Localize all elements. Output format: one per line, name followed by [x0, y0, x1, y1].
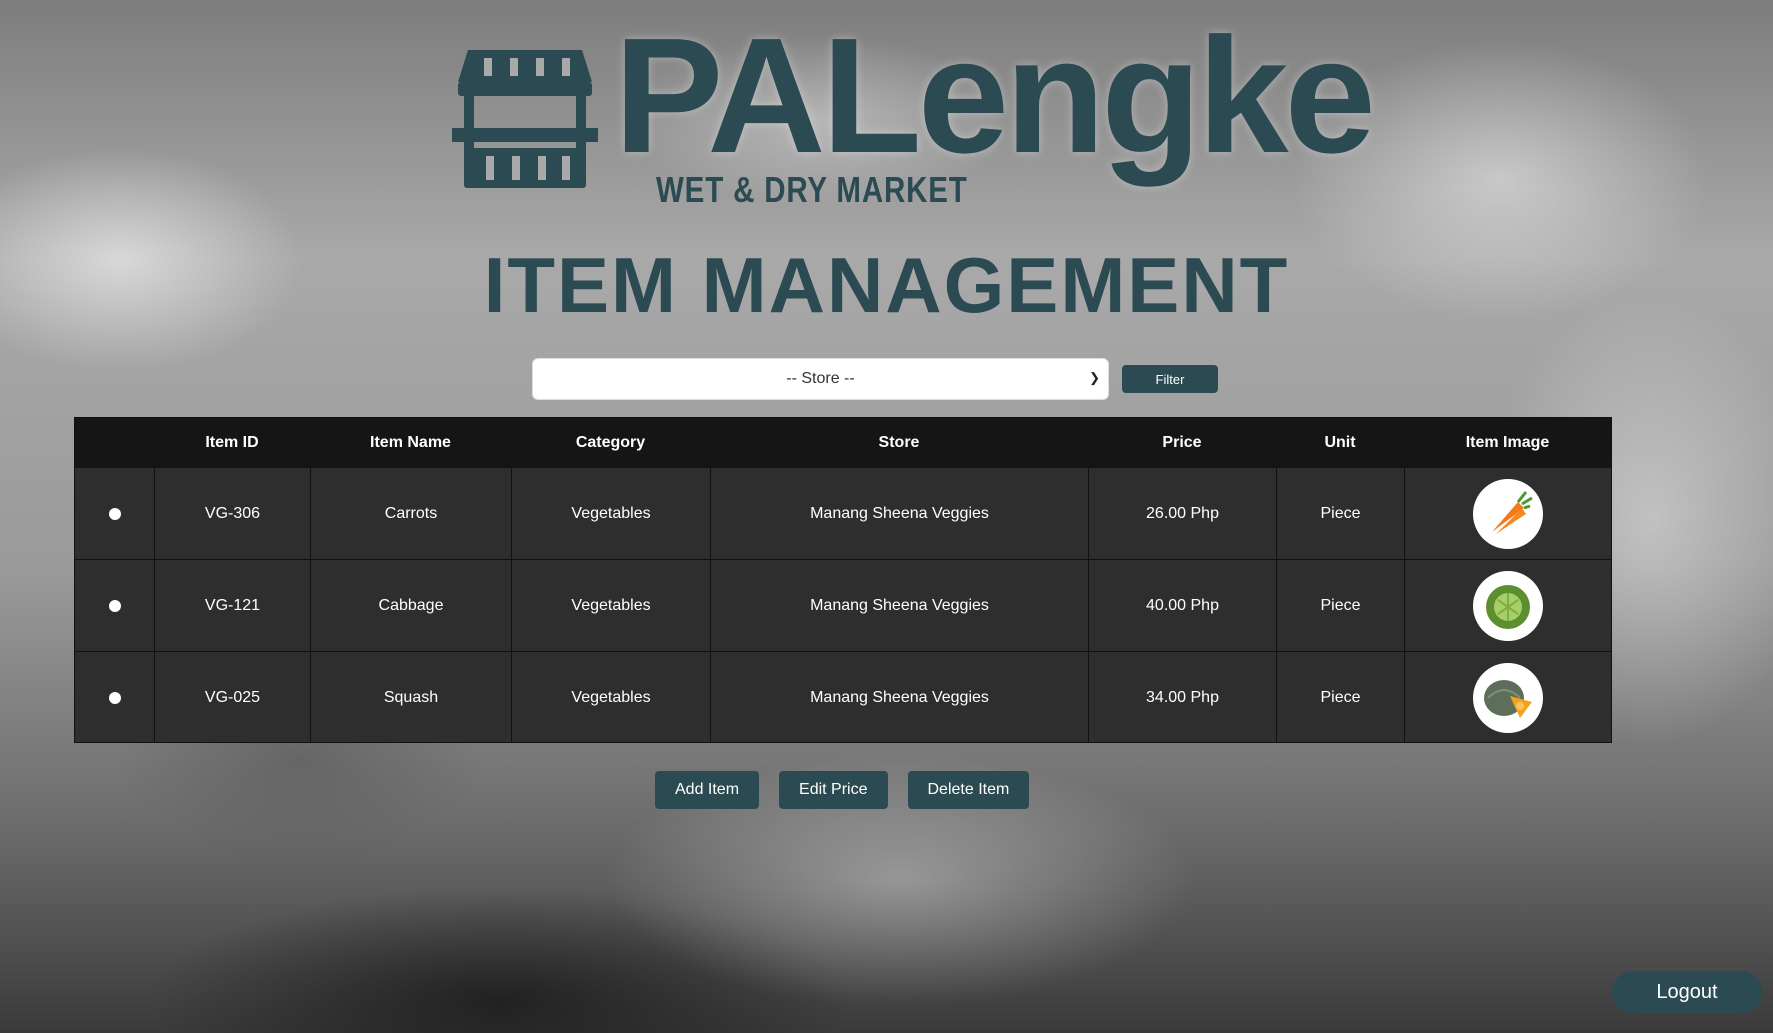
row-select-radio[interactable]	[108, 599, 121, 612]
column-header-item-id: Item ID	[205, 433, 259, 451]
category-cell: Vegetables	[511, 652, 710, 743]
unit-cell: Piece	[1276, 652, 1404, 743]
column-header-store: Store	[878, 433, 920, 451]
delete-item-button[interactable]: Delete Item	[907, 771, 1030, 809]
squash-icon	[1473, 662, 1543, 733]
item-id-cell: VG-025	[154, 652, 310, 743]
row-select-radio[interactable]	[108, 507, 121, 520]
items-table: Item ID Item Name Category Store Price U…	[74, 417, 1612, 743]
logout-button[interactable]: Logout	[1612, 971, 1762, 1013]
row-select-cell	[75, 652, 154, 743]
chevron-down-icon: ❯	[1089, 370, 1100, 385]
row-select-cell	[75, 560, 154, 651]
cabbage-icon	[1473, 570, 1543, 641]
add-item-button[interactable]: Add Item	[655, 771, 760, 809]
store-select-value: -- Store --	[786, 370, 855, 387]
carrot-icon	[1473, 478, 1543, 549]
brand-logo: PALengke WET & DRY MARKET	[450, 14, 1376, 210]
market-stall-icon	[452, 50, 598, 188]
logo-tagline: WET & DRY MARKET	[656, 169, 968, 210]
row-select-radio[interactable]	[108, 691, 121, 704]
price-cell: 34.00 Php	[1088, 652, 1276, 743]
table-row[interactable]: VG-025 Squash Vegetables Manang Sheena V…	[75, 651, 1611, 743]
edit-price-button[interactable]: Edit Price	[779, 771, 888, 809]
category-cell: Vegetables	[511, 560, 710, 651]
category-cell: Vegetables	[511, 468, 710, 559]
unit-cell: Piece	[1276, 560, 1404, 651]
table-row[interactable]: VG-306 Carrots Vegetables Manang Sheena …	[75, 467, 1611, 559]
column-header-select	[75, 418, 154, 467]
unit-cell: Piece	[1276, 468, 1404, 559]
price-cell: 40.00 Php	[1088, 560, 1276, 651]
price-cell: 26.00 Php	[1088, 468, 1276, 559]
item-image-cell	[1404, 652, 1611, 743]
table-header: Item ID Item Name Category Store Price U…	[75, 418, 1611, 467]
action-buttons: Add Item Edit Price Delete Item	[655, 771, 1030, 809]
column-header-item-name: Item Name	[370, 433, 451, 451]
column-header-unit: Unit	[1324, 433, 1356, 451]
store-cell: Manang Sheena Veggies	[710, 560, 1088, 651]
table-row[interactable]: VG-121 Cabbage Vegetables Manang Sheena …	[75, 559, 1611, 651]
row-select-cell	[75, 468, 154, 559]
store-cell: Manang Sheena Veggies	[710, 468, 1088, 559]
filter-button[interactable]: Filter	[1122, 365, 1218, 393]
store-cell: Manang Sheena Veggies	[710, 652, 1088, 743]
item-image-cell	[1404, 468, 1611, 559]
column-header-price: Price	[1162, 433, 1202, 451]
item-id-cell: VG-121	[154, 560, 310, 651]
page-title: ITEM MANAGEMENT	[483, 241, 1290, 329]
item-name-cell: Cabbage	[310, 560, 511, 651]
item-name-cell: Carrots	[310, 468, 511, 559]
item-id-cell: VG-306	[154, 468, 310, 559]
item-name-cell: Squash	[310, 652, 511, 743]
column-header-item-image: Item Image	[1465, 433, 1550, 451]
item-image-cell	[1404, 560, 1611, 651]
column-header-category: Category	[575, 433, 646, 451]
store-select[interactable]: -- Store -- ❯	[532, 358, 1109, 400]
logo-wordmark: PALengke	[614, 4, 1376, 187]
